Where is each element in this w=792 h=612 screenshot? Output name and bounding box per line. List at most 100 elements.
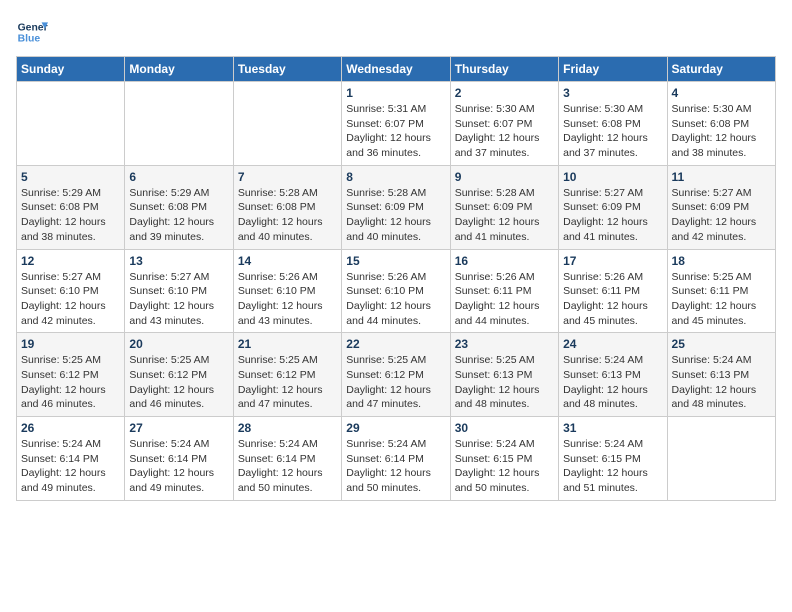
calendar-cell: 6 Sunrise: 5:29 AM Sunset: 6:08 PM Daylig… [125,165,233,249]
calendar-cell: 15Sunrise: 5:26 AM Sunset: 6:10 PM Dayli… [342,249,450,333]
header-day-monday: Monday [125,57,233,82]
day-info: Sunrise: 5:30 AM Sunset: 6:07 PM Dayligh… [455,102,554,161]
day-number: 19 [21,337,120,351]
day-info: Sunrise: 5:25 AM Sunset: 6:11 PM Dayligh… [672,270,771,329]
day-info: Sunrise: 5:26 AM Sunset: 6:11 PM Dayligh… [563,270,662,329]
day-number: 10 [563,170,662,184]
day-number: 14 [238,254,337,268]
header-day-sunday: Sunday [17,57,125,82]
day-info: Sunrise: 5:24 AM Sunset: 6:13 PM Dayligh… [563,353,662,412]
header-day-thursday: Thursday [450,57,558,82]
day-info: Sunrise: 5:25 AM Sunset: 6:12 PM Dayligh… [129,353,228,412]
page-header: General Blue [16,16,776,48]
day-info: Sunrise: 5:25 AM Sunset: 6:12 PM Dayligh… [21,353,120,412]
day-info: Sunrise: 5:28 AM Sunset: 6:09 PM Dayligh… [346,186,445,245]
calendar-cell: 5 Sunrise: 5:29 AM Sunset: 6:08 PM Daylig… [17,165,125,249]
day-number: 30 [455,421,554,435]
calendar-cell: 13 Sunrise: 5:27 AM Sunset: 6:10 PM Dayli… [125,249,233,333]
calendar-week-4: 19 Sunrise: 5:25 AM Sunset: 6:12 PM Dayli… [17,333,776,417]
day-info: Sunrise: 5:24 AM Sunset: 6:15 PM Dayligh… [563,437,662,496]
calendar-cell: 12 Sunrise: 5:27 AM Sunset: 6:10 PM Dayli… [17,249,125,333]
calendar-cell: 8 Sunrise: 5:28 AM Sunset: 6:09 PM Daylig… [342,165,450,249]
day-info: Sunrise: 5:24 AM Sunset: 6:14 PM Dayligh… [238,437,337,496]
day-info: Sunrise: 5:28 AM Sunset: 6:08 PM Dayligh… [238,186,337,245]
calendar-cell: 17Sunrise: 5:26 AM Sunset: 6:11 PM Dayli… [559,249,667,333]
calendar-cell: 2 Sunrise: 5:30 AM Sunset: 6:07 PM Daylig… [450,82,558,166]
calendar-cell: 11 Sunrise: 5:27 AM Sunset: 6:09 PM Dayli… [667,165,775,249]
calendar-week-1: 1Sunrise: 5:31 AM Sunset: 6:07 PM Daylig… [17,82,776,166]
day-number: 3 [563,86,662,100]
day-info: Sunrise: 5:26 AM Sunset: 6:10 PM Dayligh… [238,270,337,329]
calendar-cell: 3 Sunrise: 5:30 AM Sunset: 6:08 PM Daylig… [559,82,667,166]
day-number: 5 [21,170,120,184]
day-number: 2 [455,86,554,100]
calendar-cell: 25Sunrise: 5:24 AM Sunset: 6:13 PM Dayli… [667,333,775,417]
day-number: 18 [672,254,771,268]
day-number: 1 [346,86,445,100]
day-info: Sunrise: 5:25 AM Sunset: 6:12 PM Dayligh… [238,353,337,412]
day-info: Sunrise: 5:24 AM Sunset: 6:14 PM Dayligh… [346,437,445,496]
calendar-cell: 14 Sunrise: 5:26 AM Sunset: 6:10 PM Dayli… [233,249,341,333]
day-number: 29 [346,421,445,435]
day-number: 22 [346,337,445,351]
calendar-cell: 16Sunrise: 5:26 AM Sunset: 6:11 PM Dayli… [450,249,558,333]
calendar-cell: 7 Sunrise: 5:28 AM Sunset: 6:08 PM Daylig… [233,165,341,249]
day-number: 28 [238,421,337,435]
svg-text:Blue: Blue [18,34,41,45]
day-info: Sunrise: 5:29 AM Sunset: 6:08 PM Dayligh… [21,186,120,245]
day-info: Sunrise: 5:30 AM Sunset: 6:08 PM Dayligh… [563,102,662,161]
day-number: 6 [129,170,228,184]
day-info: Sunrise: 5:25 AM Sunset: 6:13 PM Dayligh… [455,353,554,412]
calendar-cell: 22Sunrise: 5:25 AM Sunset: 6:12 PM Dayli… [342,333,450,417]
day-number: 7 [238,170,337,184]
day-info: Sunrise: 5:24 AM Sunset: 6:15 PM Dayligh… [455,437,554,496]
day-number: 4 [672,86,771,100]
calendar-cell: 21 Sunrise: 5:25 AM Sunset: 6:12 PM Dayli… [233,333,341,417]
day-number: 24 [563,337,662,351]
calendar-cell: 30 Sunrise: 5:24 AM Sunset: 6:15 PM Dayli… [450,417,558,501]
calendar-week-3: 12 Sunrise: 5:27 AM Sunset: 6:10 PM Dayli… [17,249,776,333]
calendar-cell [667,417,775,501]
header-day-friday: Friday [559,57,667,82]
calendar-week-5: 26Sunrise: 5:24 AM Sunset: 6:14 PM Dayli… [17,417,776,501]
day-number: 31 [563,421,662,435]
logo-icon: General Blue [16,16,48,48]
day-number: 11 [672,170,771,184]
day-info: Sunrise: 5:27 AM Sunset: 6:09 PM Dayligh… [672,186,771,245]
calendar-cell: 20 Sunrise: 5:25 AM Sunset: 6:12 PM Dayli… [125,333,233,417]
calendar-cell: 18 Sunrise: 5:25 AM Sunset: 6:11 PM Dayli… [667,249,775,333]
calendar-cell: 4Sunrise: 5:30 AM Sunset: 6:08 PM Daylig… [667,82,775,166]
day-number: 23 [455,337,554,351]
calendar-body: 1Sunrise: 5:31 AM Sunset: 6:07 PM Daylig… [17,82,776,501]
day-info: Sunrise: 5:28 AM Sunset: 6:09 PM Dayligh… [455,186,554,245]
calendar-cell: 27 Sunrise: 5:24 AM Sunset: 6:14 PM Dayli… [125,417,233,501]
calendar-cell [233,82,341,166]
day-info: Sunrise: 5:27 AM Sunset: 6:10 PM Dayligh… [21,270,120,329]
day-number: 8 [346,170,445,184]
day-info: Sunrise: 5:24 AM Sunset: 6:14 PM Dayligh… [21,437,120,496]
day-info: Sunrise: 5:27 AM Sunset: 6:09 PM Dayligh… [563,186,662,245]
header-day-tuesday: Tuesday [233,57,341,82]
day-number: 25 [672,337,771,351]
day-info: Sunrise: 5:24 AM Sunset: 6:14 PM Dayligh… [129,437,228,496]
calendar-table: SundayMondayTuesdayWednesdayThursdayFrid… [16,56,776,501]
calendar-header-row: SundayMondayTuesdayWednesdayThursdayFrid… [17,57,776,82]
calendar-cell [17,82,125,166]
day-number: 12 [21,254,120,268]
day-number: 27 [129,421,228,435]
day-info: Sunrise: 5:26 AM Sunset: 6:11 PM Dayligh… [455,270,554,329]
calendar-cell: 9Sunrise: 5:28 AM Sunset: 6:09 PM Daylig… [450,165,558,249]
calendar-cell: 1Sunrise: 5:31 AM Sunset: 6:07 PM Daylig… [342,82,450,166]
header-day-saturday: Saturday [667,57,775,82]
calendar-cell: 24 Sunrise: 5:24 AM Sunset: 6:13 PM Dayli… [559,333,667,417]
calendar-cell: 19 Sunrise: 5:25 AM Sunset: 6:12 PM Dayli… [17,333,125,417]
day-number: 15 [346,254,445,268]
day-info: Sunrise: 5:29 AM Sunset: 6:08 PM Dayligh… [129,186,228,245]
calendar-cell: 28 Sunrise: 5:24 AM Sunset: 6:14 PM Dayli… [233,417,341,501]
day-number: 21 [238,337,337,351]
day-info: Sunrise: 5:27 AM Sunset: 6:10 PM Dayligh… [129,270,228,329]
day-number: 13 [129,254,228,268]
day-number: 20 [129,337,228,351]
calendar-cell: 26Sunrise: 5:24 AM Sunset: 6:14 PM Dayli… [17,417,125,501]
header-day-wednesday: Wednesday [342,57,450,82]
